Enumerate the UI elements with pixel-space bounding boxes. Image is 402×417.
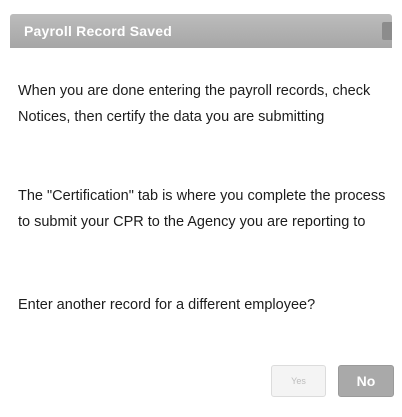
no-button[interactable]: No [338, 365, 394, 397]
payroll-saved-dialog: Payroll Record Saved When you are done e… [0, 0, 402, 417]
dialog-title: Payroll Record Saved [24, 23, 172, 39]
dialog-title-bar[interactable]: Payroll Record Saved [10, 14, 392, 48]
another-record-prompt: Enter another record for a different emp… [18, 297, 316, 313]
certification-tab-message: The "Certification" tab is where you com… [18, 188, 386, 230]
yes-button[interactable]: Yes [271, 365, 326, 397]
done-entering-message: When you are done entering the payroll r… [18, 83, 371, 125]
close-icon[interactable] [382, 22, 392, 40]
